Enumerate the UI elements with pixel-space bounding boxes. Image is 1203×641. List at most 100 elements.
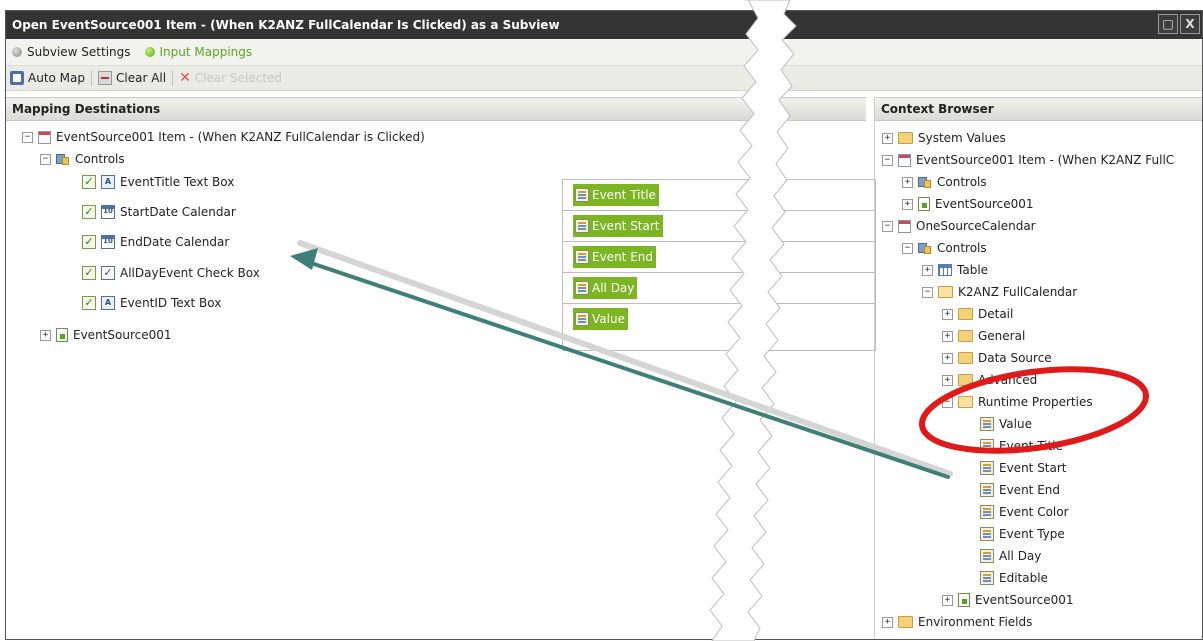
expand-icon[interactable]: + xyxy=(942,594,953,606)
control-label: StartDate Calendar xyxy=(120,205,236,219)
mapping-item-eventtitle[interactable]: ✓ A EventTitle Text Box xyxy=(82,173,234,191)
tree-node-advanced[interactable]: + Advanced xyxy=(942,371,1037,389)
property-label: Event Type xyxy=(999,527,1065,541)
mapped-checkbox[interactable]: ✓ xyxy=(82,175,96,189)
runtime-property-value[interactable]: Value xyxy=(980,415,1032,433)
property-icon xyxy=(980,417,994,431)
tree-node-view-smo[interactable]: + EventSource001 xyxy=(942,591,1074,609)
runtime-property-event-type[interactable]: Event Type xyxy=(980,525,1065,543)
runtime-property-all-day[interactable]: All Day xyxy=(980,547,1041,565)
collapse-icon[interactable]: − xyxy=(902,242,913,254)
step-inactive-icon xyxy=(12,47,22,57)
clear-selected-button[interactable]: ✕ Clear Selected xyxy=(179,71,282,85)
controls-icon xyxy=(918,241,932,255)
tree-node-label: Controls xyxy=(75,152,125,166)
mapping-value-cell[interactable]: Value xyxy=(563,304,875,349)
mapped-value-label: All Day xyxy=(592,281,635,295)
tree-node-view-item[interactable]: − EventSource001 Item - (When K2ANZ Full… xyxy=(22,128,425,146)
mapping-value-cell[interactable]: Event Title xyxy=(563,180,875,211)
clear-all-button[interactable]: Clear All xyxy=(98,71,166,85)
mapping-item-enddate[interactable]: ✓ 10 EndDate Calendar xyxy=(82,233,229,251)
collapse-icon[interactable]: − xyxy=(40,153,51,165)
clear-all-icon xyxy=(98,71,112,85)
checkbox-control-icon: ✓ xyxy=(101,266,115,280)
collapse-icon[interactable]: − xyxy=(22,131,33,143)
property-icon xyxy=(575,250,589,264)
toolbar-divider xyxy=(172,70,174,86)
mapped-value-chip[interactable]: Event Start xyxy=(573,215,663,237)
folder-icon xyxy=(958,308,973,320)
table-icon xyxy=(938,264,952,276)
property-label: Event Color xyxy=(999,505,1069,519)
tree-node-onesourcecalendar[interactable]: − OneSourceCalendar xyxy=(882,217,1036,235)
tree-node-data-source[interactable]: + Data Source xyxy=(942,349,1052,367)
mapped-value-chip[interactable]: All Day xyxy=(573,277,638,299)
collapse-icon[interactable]: − xyxy=(882,154,893,166)
mapped-value-chip[interactable]: Event Title xyxy=(573,184,659,206)
property-label: Event Start xyxy=(999,461,1067,475)
runtime-property-event-color[interactable]: Event Color xyxy=(980,503,1069,521)
tree-node-environment-fields[interactable]: + Environment Fields xyxy=(882,613,1032,631)
expand-icon[interactable]: + xyxy=(942,352,953,364)
collapse-icon[interactable]: − xyxy=(942,396,953,408)
tree-node-view-controls[interactable]: − Controls xyxy=(902,239,987,257)
collapse-icon[interactable]: − xyxy=(922,286,933,298)
tree-node-runtime-properties[interactable]: − Runtime Properties xyxy=(942,393,1093,411)
smartobject-icon xyxy=(918,197,930,211)
runtime-property-event-title[interactable]: Event Title xyxy=(980,437,1063,455)
close-button[interactable]: X xyxy=(1180,14,1200,34)
expand-icon[interactable]: + xyxy=(902,176,913,188)
mapping-value-cell[interactable]: Event End xyxy=(563,242,875,273)
tree-node-fullcalendar[interactable]: − K2ANZ FullCalendar xyxy=(922,283,1077,301)
expand-icon[interactable]: + xyxy=(942,308,953,320)
expand-icon[interactable]: + xyxy=(882,616,893,628)
expand-icon[interactable]: + xyxy=(882,132,893,144)
tree-node-smo[interactable]: + EventSource001 xyxy=(40,326,172,344)
expand-icon[interactable]: + xyxy=(942,374,953,386)
expand-icon[interactable]: + xyxy=(922,264,933,276)
mapping-item-eventid[interactable]: ✓ A EventID Text Box xyxy=(82,294,221,312)
tab-input-mappings[interactable]: Input Mappings xyxy=(144,45,252,59)
tree-node-context-item[interactable]: − EventSource001 Item - (When K2ANZ Full… xyxy=(882,151,1174,169)
tab-subview-settings[interactable]: Subview Settings xyxy=(12,45,131,59)
tree-node-system-values[interactable]: + System Values xyxy=(882,129,1006,147)
auto-map-button[interactable]: Auto Map xyxy=(10,71,85,85)
mapped-checkbox[interactable]: ✓ xyxy=(82,266,96,280)
property-icon xyxy=(980,461,994,475)
mapping-item-alldayevent[interactable]: ✓ ✓ AllDayEvent Check Box xyxy=(82,264,260,282)
mapping-value-cell[interactable]: Event Start xyxy=(563,211,875,242)
expand-icon[interactable]: + xyxy=(942,330,953,342)
tree-node-label: OneSourceCalendar xyxy=(916,219,1036,233)
control-label: AllDayEvent Check Box xyxy=(120,266,260,280)
restore-button[interactable]: □ xyxy=(1158,14,1178,34)
property-icon xyxy=(575,312,589,326)
mapped-checkbox[interactable]: ✓ xyxy=(82,205,96,219)
runtime-property-editable[interactable]: Editable xyxy=(980,569,1048,587)
mapping-value-cell[interactable]: All Day xyxy=(563,273,875,304)
mapped-checkbox[interactable]: ✓ xyxy=(82,235,96,249)
expand-icon[interactable]: + xyxy=(902,198,913,210)
property-icon xyxy=(575,188,589,202)
control-label: EventTitle Text Box xyxy=(120,175,235,189)
textbox-icon: A xyxy=(101,296,115,310)
control-label: EndDate Calendar xyxy=(120,235,230,249)
tree-node-label: General xyxy=(978,329,1026,343)
tree-node-label: Detail xyxy=(978,307,1014,321)
mapped-checkbox[interactable]: ✓ xyxy=(82,296,96,310)
mapped-value-chip[interactable]: Event End xyxy=(573,246,656,268)
tree-node-item-smo[interactable]: + EventSource001 xyxy=(902,195,1034,213)
tree-node-general[interactable]: + General xyxy=(942,327,1025,345)
expand-icon[interactable]: + xyxy=(40,329,51,341)
tree-node-table[interactable]: + Table xyxy=(922,261,988,279)
clear-selected-label: Clear Selected xyxy=(194,71,283,85)
mapping-item-startdate[interactable]: ✓ 10 StartDate Calendar xyxy=(82,203,236,221)
runtime-property-event-start[interactable]: Event Start xyxy=(980,459,1067,477)
mapped-value-chip[interactable]: Value xyxy=(573,308,628,330)
tree-node-item-controls[interactable]: + Controls xyxy=(902,173,987,191)
runtime-property-event-end[interactable]: Event End xyxy=(980,481,1060,499)
property-icon xyxy=(980,549,994,563)
tree-node-controls[interactable]: − Controls xyxy=(40,150,125,168)
mapping-toolbar: Auto Map Clear All ✕ Clear Selected xyxy=(6,66,1202,91)
tree-node-detail[interactable]: + Detail xyxy=(942,305,1013,323)
collapse-icon[interactable]: − xyxy=(882,220,893,232)
